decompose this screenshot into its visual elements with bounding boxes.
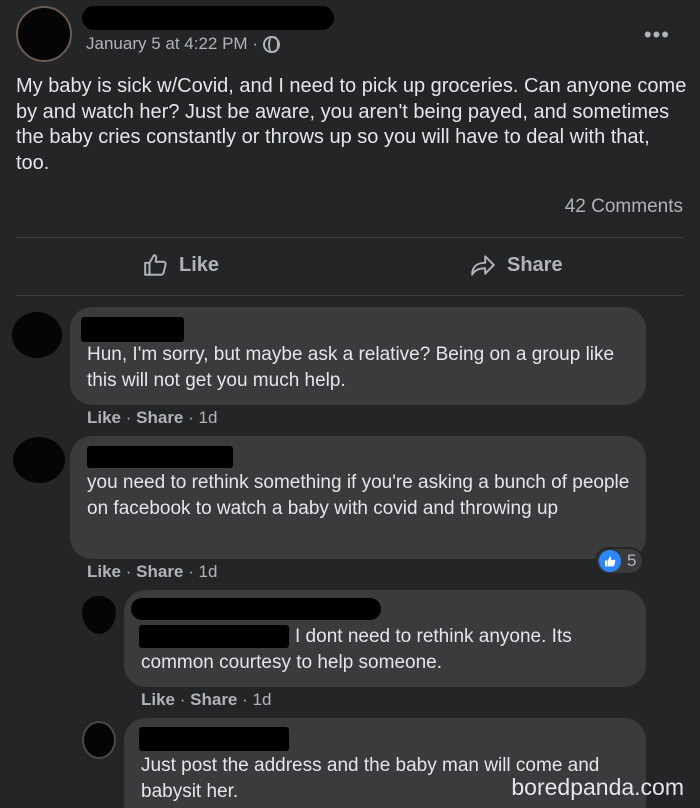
comment-actions: Like · Share · 1d [87, 562, 217, 582]
poster-name-redacted [82, 6, 334, 30]
comment-like-link[interactable]: Like [87, 408, 121, 427]
comment-share-link[interactable]: Share [136, 408, 183, 427]
like-reaction-icon [599, 550, 621, 572]
comment-like-link[interactable]: Like [87, 562, 121, 581]
comment-share-link[interactable]: Share [136, 562, 183, 581]
post-date-text: January 5 at 4:22 PM · [86, 34, 258, 53]
commenter-avatar[interactable] [13, 437, 65, 483]
share-label: Share [507, 253, 563, 276]
reaction-count[interactable]: 5 [595, 547, 645, 575]
separator: · [121, 408, 137, 427]
watermark: boredpanda.com [511, 774, 684, 800]
reply-text: I dont need to rethink anyone. Its commo… [141, 626, 572, 673]
commenter-name-redacted[interactable] [81, 317, 184, 342]
comment-time[interactable]: · 1d [183, 408, 217, 427]
like-button[interactable]: Like [143, 252, 219, 278]
separator: · [121, 562, 137, 581]
reply-like-link[interactable]: Like [141, 690, 175, 709]
reply-avatar[interactable] [82, 596, 116, 634]
separator: · [175, 690, 191, 709]
more-options-icon[interactable]: ••• [644, 22, 670, 48]
comment-time[interactable]: · 1d [183, 562, 217, 581]
comment-actions: Like · Share · 1d [87, 408, 217, 428]
reply-time[interactable]: · 1d [237, 690, 271, 709]
divider-bottom [16, 295, 683, 296]
share-button[interactable]: Share [469, 252, 563, 278]
comment-text: you need to rethink something if you're … [87, 472, 630, 519]
reply-share-link[interactable]: Share [190, 690, 237, 709]
commenter-name-redacted[interactable] [87, 446, 233, 468]
replier-name-redacted[interactable] [131, 598, 381, 620]
reply-actions: Like · Share · 1d [141, 690, 271, 710]
commenter-avatar[interactable] [12, 312, 62, 358]
reply-avatar[interactable] [82, 721, 116, 759]
globe-icon [262, 35, 280, 53]
divider-top [16, 237, 683, 238]
share-arrow-icon [471, 255, 495, 276]
post-body: My baby is sick w/Covid, and I need to p… [16, 75, 687, 174]
comment-text: Hun, I'm sorry, but maybe ask a relative… [87, 344, 615, 391]
post-timestamp[interactable]: January 5 at 4:22 PM · [86, 34, 280, 54]
reaction-number: 5 [627, 551, 637, 570]
thumbs-up-icon [144, 254, 167, 276]
comments-count[interactable]: 42 Comments [565, 196, 683, 218]
like-label: Like [179, 253, 220, 276]
replier-name-redacted[interactable] [139, 727, 289, 751]
poster-avatar[interactable] [16, 6, 72, 62]
